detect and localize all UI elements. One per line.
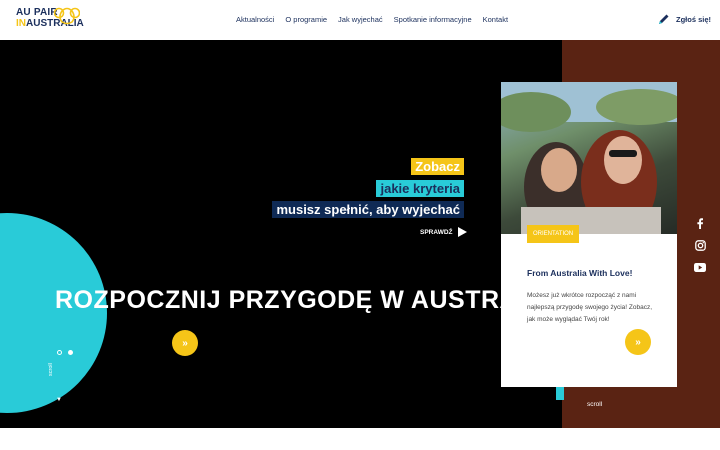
instagram-icon[interactable] [694, 239, 706, 251]
festival-photo-illustration [501, 82, 677, 234]
pen-icon [659, 14, 669, 24]
double-chevron-icon: » [635, 336, 641, 348]
hero-section: Zobacz jakie kryteria musisz spełnić, ab… [0, 40, 720, 428]
headline-spelnic: musisz spełnić, aby wyjechać [272, 201, 464, 218]
hero-next-button[interactable]: » [172, 330, 198, 356]
social-links [694, 217, 706, 273]
logo-text-top: AU PAIR [16, 7, 58, 18]
hero-title: ROZPOCZNIJ PRZYGODĘ W AUSTRALII [55, 286, 549, 314]
headline-kryteria: jakie kryteria [376, 180, 464, 197]
card-text: Możesz już wkrótce rozpocząć z nami najl… [527, 292, 653, 323]
card-tag[interactable]: ORIENTATION [527, 225, 580, 243]
youtube-icon[interactable] [694, 261, 706, 273]
site-header: AU PAIR INAUSTRALIA Aktualności O progra… [0, 0, 720, 40]
sprawdz-label: SPRAWDŹ [420, 228, 453, 236]
slider-dot-1[interactable] [57, 350, 62, 355]
card-title[interactable]: From Australia With Love! [527, 268, 632, 278]
play-arrow-icon [457, 227, 467, 237]
scroll-label-left[interactable]: scroll [48, 363, 54, 376]
nav-item-kontakt[interactable]: Kontakt [483, 15, 508, 24]
signup-link[interactable]: Zgłoś się! [658, 13, 711, 25]
facebook-icon[interactable] [694, 217, 706, 229]
card-photo [501, 82, 677, 234]
nav-item-spotkanie[interactable]: Spotkanie informacyjne [394, 15, 472, 24]
nav-item-aktualnosci[interactable]: Aktualności [236, 15, 274, 24]
news-card[interactable]: ORIENTATION From Australia With Love! Mo… [501, 82, 677, 387]
headline-zobacz: Zobacz [411, 158, 464, 175]
card-read-more-button[interactable]: » [625, 329, 651, 355]
nav-item-o-programie[interactable]: O programie [285, 15, 327, 24]
sprawdz-link[interactable]: SPRAWDŹ [420, 227, 467, 237]
logo[interactable]: AU PAIR INAUSTRALIA [16, 7, 84, 34]
slider-dot-2[interactable] [68, 350, 73, 355]
scroll-down-icon[interactable]: ▼ [56, 397, 62, 403]
double-chevron-icon: » [182, 337, 188, 349]
signup-label: Zgłoś się! [676, 14, 712, 24]
koala-icon [54, 7, 80, 25]
nav-item-jak-wyjechac[interactable]: Jak wyjechać [338, 15, 383, 24]
scroll-label-right[interactable]: scroll [587, 401, 602, 408]
main-nav: Aktualności O programie Jak wyjechać Spo… [236, 15, 519, 24]
slider-dots [57, 350, 73, 355]
